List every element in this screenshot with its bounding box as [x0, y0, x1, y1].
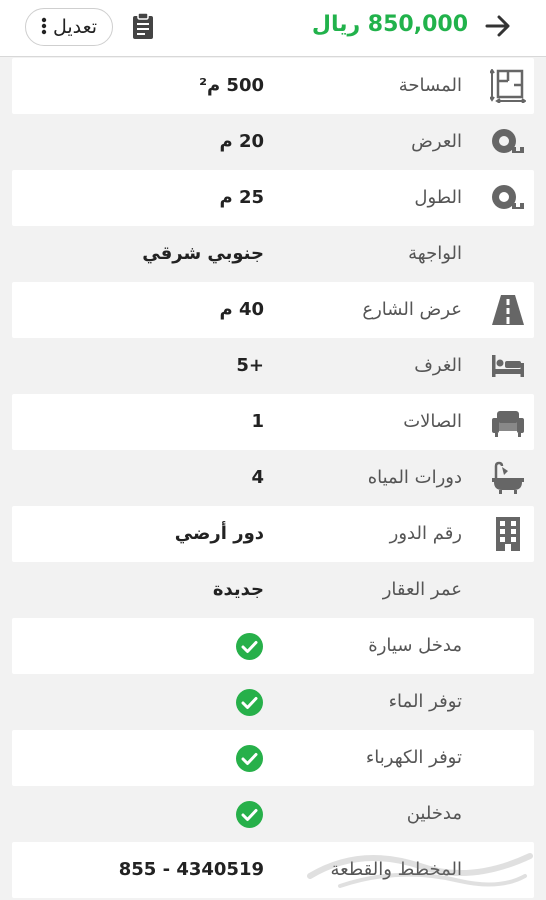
detail-value: 25 م — [219, 187, 264, 208]
detail-label: المساحة — [398, 75, 462, 96]
detail-value: 855 - 4340519 — [118, 859, 264, 880]
detail-label: مدخل سيارة — [368, 635, 462, 656]
detail-row-bathrooms: دورات المياه 4 — [12, 450, 534, 506]
detail-label: توفر الماء — [388, 691, 462, 712]
check-circle-icon — [236, 689, 263, 716]
detail-value: 40 م — [219, 299, 264, 320]
bathtub-icon — [492, 461, 524, 494]
detail-label: الواجهة — [408, 243, 462, 264]
check-circle-icon — [236, 745, 263, 772]
detail-label: توفر الكهرباء — [365, 747, 462, 768]
detail-row-street-width: عرض الشارع 40 م — [12, 282, 534, 338]
detail-row-property-age: عمر العقار جديدة — [12, 562, 534, 618]
price: 850,000 ريال — [311, 12, 468, 37]
edit-button[interactable]: تعديل — [25, 8, 113, 46]
detail-label: الصالات — [403, 411, 462, 432]
watermark-logo — [307, 853, 533, 888]
detail-label: دورات المياه — [367, 467, 462, 488]
sofa-icon — [492, 411, 524, 437]
detail-row-water: توفر الماء — [12, 674, 534, 730]
detail-row-car-entrance: مدخل سيارة — [12, 618, 534, 674]
check-circle-icon — [236, 801, 263, 828]
detail-row-area: المساحة 500 م² — [12, 58, 534, 114]
tape-measure-icon — [492, 185, 524, 209]
detail-value: 1 — [251, 411, 264, 432]
detail-label: عمر العقار — [382, 579, 462, 600]
tape-measure-icon — [492, 129, 524, 153]
detail-value: 500 م² — [199, 75, 264, 96]
details-list: المساحة 500 م² العرض 20 م الطول 25 م الو… — [0, 58, 546, 898]
detail-row-facade: الواجهة جنوبي شرقي — [12, 226, 534, 282]
detail-row-electricity: توفر الكهرباء — [12, 730, 534, 786]
detail-row-floor: رقم الدور دور أرضي — [12, 506, 534, 562]
clipboard-icon[interactable] — [131, 12, 155, 40]
building-icon — [496, 517, 520, 551]
top-bar: تعديل 850,000 ريال — [0, 0, 546, 57]
arrow-right-icon[interactable] — [484, 12, 512, 40]
detail-row-rooms: الغرف +5 — [12, 338, 534, 394]
bed-icon — [492, 355, 524, 377]
detail-row-halls: الصالات 1 — [12, 394, 534, 450]
check-circle-icon — [236, 633, 263, 660]
detail-value: 4 — [251, 467, 264, 488]
detail-row-width: العرض 20 م — [12, 114, 534, 170]
detail-label: العرض — [411, 131, 462, 152]
detail-label: رقم الدور — [389, 523, 462, 544]
road-icon — [492, 295, 524, 325]
more-vertical-icon — [41, 17, 47, 38]
detail-label: الطول — [414, 187, 462, 208]
detail-label: مدخلين — [406, 803, 462, 824]
detail-value: جديدة — [212, 579, 264, 600]
detail-value: جنوبي شرقي — [142, 243, 264, 264]
detail-label: عرض الشارع — [362, 299, 462, 320]
edit-label: تعديل — [52, 16, 98, 38]
detail-value: +5 — [236, 355, 264, 376]
detail-label: الغرف — [414, 355, 462, 376]
detail-row-length: الطول 25 م — [12, 170, 534, 226]
detail-value: دور أرضي — [174, 523, 264, 544]
area-icon — [490, 69, 526, 103]
detail-row-two-entrances: مدخلين — [12, 786, 534, 842]
detail-value: 20 م — [219, 131, 264, 152]
